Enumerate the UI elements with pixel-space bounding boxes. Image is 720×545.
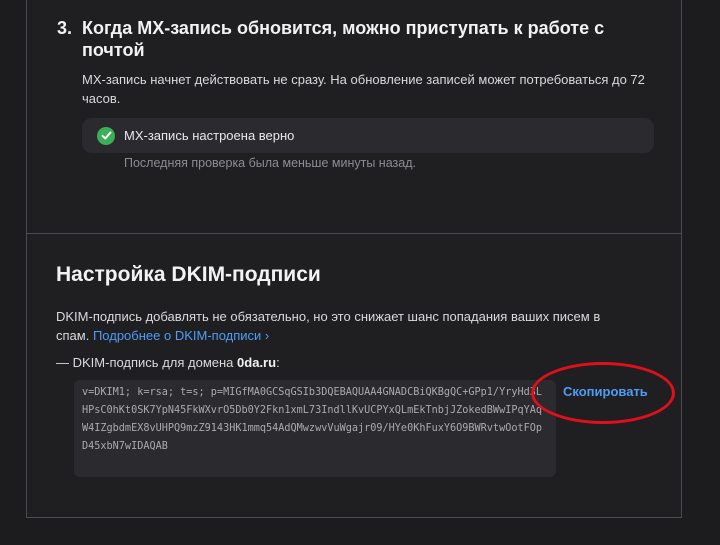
- step-3-title: 3. Когда MX-запись обновится, можно прис…: [57, 17, 617, 61]
- dkim-value[interactable]: v=DKIM1; k=rsa; t=s; p=MIGfMA0GCSqGSIb3D…: [82, 384, 548, 456]
- copy-button[interactable]: Скопировать: [563, 384, 648, 399]
- dkim-description: DKIM-подпись добавлять не обязательно, н…: [56, 307, 626, 345]
- mail-setup-card: 3. Когда MX-запись обновится, можно прис…: [26, 0, 682, 518]
- dkim-more-link[interactable]: Подробнее о DKIM-подписи ›: [93, 328, 269, 343]
- check-icon: [97, 126, 115, 145]
- dkim-domain-suffix: :: [276, 355, 280, 370]
- last-check-text: Последняя проверка была меньше минуты на…: [124, 156, 416, 170]
- dkim-domain-line: — DKIM-подпись для домена 0da.ru:: [56, 355, 280, 370]
- step-number: 3.: [57, 18, 73, 38]
- dkim-domain-prefix: — DKIM-подпись для домена: [56, 355, 234, 370]
- section-divider: [27, 233, 681, 234]
- mx-status-label: MX-запись настроена верно: [124, 128, 295, 143]
- mx-status-box: MX-запись настроена верно: [82, 118, 654, 153]
- dkim-section-title: Настройка DKIM-подписи: [56, 263, 321, 286]
- step-3-description: MX-запись начнет действовать не сразу. Н…: [82, 72, 645, 106]
- step-title-text: Когда MX-запись обновится, можно приступ…: [82, 18, 605, 60]
- dkim-domain: 0da.ru: [237, 355, 277, 370]
- dkim-value-box[interactable]: v=DKIM1; k=rsa; t=s; p=MIGfMA0GCSqGSIb3D…: [74, 380, 556, 477]
